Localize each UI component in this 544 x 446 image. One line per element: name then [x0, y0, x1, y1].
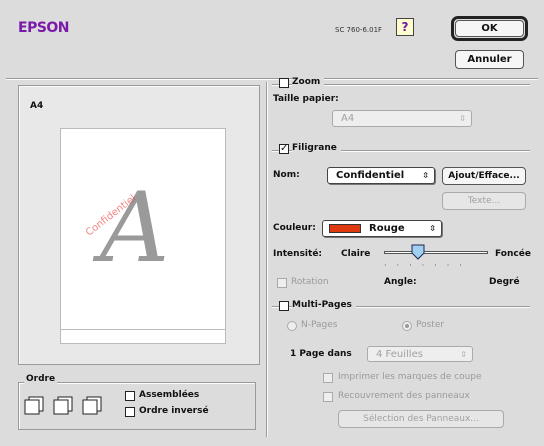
paper-size-label: A4: [30, 101, 44, 111]
multipage-label: Multi-Pages: [292, 300, 356, 310]
sheets-select[interactable]: 4 Feuilles ⇳: [367, 346, 473, 362]
page-order-icon: [24, 395, 114, 415]
paper-size-value: A4: [341, 113, 355, 124]
intensity-label: Intensité:: [273, 249, 323, 259]
popup-arrows-icon: ⇳: [429, 224, 436, 233]
reverse-order-label: Ordre inversé: [139, 406, 209, 416]
intensity-slider[interactable]: ·······: [384, 244, 488, 270]
popup-arrows-icon: ⇳: [460, 350, 467, 359]
watermark-name-label: Nom:: [273, 170, 300, 180]
overlap-checkbox[interactable]: [323, 392, 333, 402]
slider-ticks: ·······: [384, 261, 472, 270]
collate-checkbox[interactable]: [125, 391, 135, 401]
color-value: Rouge: [369, 223, 405, 234]
add-delete-button[interactable]: Ajout/Efface...: [442, 167, 526, 185]
ok-button[interactable]: OK: [455, 20, 524, 37]
popup-arrows-icon: ⇳: [422, 171, 429, 180]
poster-radio[interactable]: [402, 321, 412, 331]
paper-size-field-label: Taille papier:: [273, 94, 339, 104]
color-swatch: [329, 224, 361, 233]
crop-marks-checkbox[interactable]: [323, 373, 333, 383]
panel-select-button[interactable]: Sélection des Panneaux...: [338, 410, 504, 428]
zoom-checkbox[interactable]: [279, 78, 289, 88]
degree-label: Degré: [489, 277, 520, 287]
watermark-checkbox[interactable]: ✓: [279, 144, 289, 154]
watermark-label: Filigrane: [292, 143, 341, 153]
text-button[interactable]: Texte...: [442, 192, 526, 210]
watermark-letter: A: [100, 172, 170, 284]
poster-label: Poster: [416, 320, 445, 330]
rotation-checkbox[interactable]: [277, 278, 287, 288]
crop-marks-label: Imprimer les marques de coupe: [338, 372, 482, 382]
print-options-dialog: EPSON SC 760-6.01F ? OK Annuler A4 A Con…: [0, 0, 544, 446]
popup-arrows-icon: ⇳: [459, 114, 466, 123]
overlap-label: Recouvrement des panneaux: [338, 391, 470, 401]
rotation-label: Rotation: [291, 277, 329, 287]
slider-thumb-icon[interactable]: [411, 244, 425, 260]
slider-track: [384, 251, 488, 254]
model-version: SC 760-6.01F: [335, 26, 383, 34]
brand-logo: EPSON: [18, 20, 70, 36]
header-divider: [6, 78, 538, 80]
collate-label: Assemblées: [139, 390, 200, 400]
sheets-value: 4 Feuilles: [376, 349, 423, 360]
paper-footer-line: [61, 329, 225, 330]
color-label: Couleur:: [273, 223, 316, 233]
paper-size-select[interactable]: A4 ⇳: [332, 110, 472, 127]
zoom-label: Zoom: [292, 77, 325, 87]
watermark-name-select[interactable]: Confidentiel ⇳: [327, 167, 435, 184]
intensity-dark-label: Foncée: [495, 249, 531, 259]
help-icon: ?: [401, 20, 409, 34]
cancel-button[interactable]: Annuler: [455, 50, 524, 69]
intensity-light-label: Claire: [341, 249, 371, 259]
watermark-name-value: Confidentiel: [336, 170, 405, 181]
right-column-divider: [266, 82, 268, 437]
npages-radio[interactable]: [287, 321, 297, 331]
color-select[interactable]: Rouge ⇳: [322, 220, 442, 237]
multipage-checkbox[interactable]: [279, 301, 289, 311]
angle-label: Angle:: [384, 277, 417, 287]
help-button[interactable]: ?: [396, 18, 414, 36]
npages-label: N-Pages: [301, 320, 338, 330]
page-in-label: 1 Page dans: [290, 349, 352, 359]
reverse-order-checkbox[interactable]: [125, 407, 135, 417]
order-title: Ordre: [24, 374, 58, 384]
